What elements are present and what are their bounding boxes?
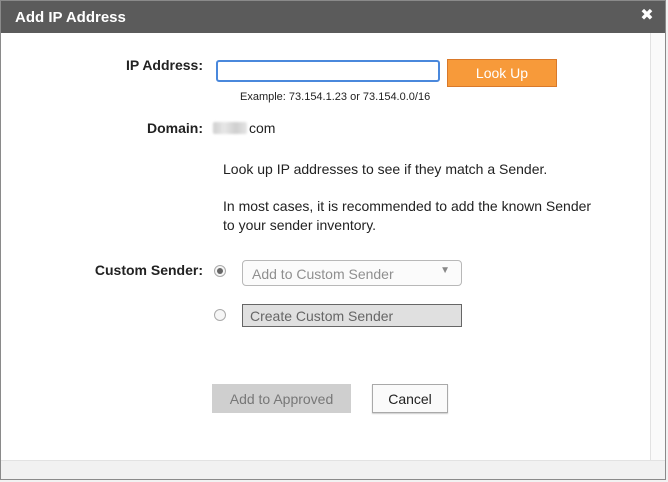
add-ip-dialog: Add IP Address ✖ IP Address: Look Up Exa… [0,0,666,480]
cancel-button[interactable]: Cancel [372,384,448,413]
info-text-lookup: Look up IP addresses to see if they matc… [223,161,548,177]
info-text-inventory: to your sender inventory. [223,217,377,233]
radio-add-to-custom-sender[interactable] [214,265,226,277]
chevron-down-icon: ▼ [440,265,450,276]
create-custom-sender-button[interactable]: Create Custom Sender [242,304,462,327]
look-up-button[interactable]: Look Up [447,59,557,87]
info-text-recommend: In most cases, it is recommended to add … [223,198,592,214]
domain-redacted [213,122,247,134]
add-to-approved-button[interactable]: Add to Approved [212,384,351,413]
domain-label: Domain: [147,120,203,136]
custom-sender-select-value: Add to Custom Sender [252,266,394,282]
close-icon[interactable]: ✖ [639,7,655,25]
dialog-title: Add IP Address [15,9,126,26]
radio-create-custom-sender[interactable] [214,309,226,321]
ip-example-hint: Example: 73.154.1.23 or 73.154.0.0/16 [240,91,431,103]
custom-sender-label: Custom Sender: [94,262,203,278]
custom-sender-select[interactable]: Add to Custom Sender ▼ [242,260,462,286]
ip-address-label: IP Address: [125,57,203,73]
domain-value: com [249,120,276,136]
dialog-bottom-bar [1,460,665,479]
dialog-scrollbar[interactable] [650,33,665,461]
ip-address-input[interactable] [216,60,440,82]
dialog-titlebar: Add IP Address ✖ [1,1,665,33]
